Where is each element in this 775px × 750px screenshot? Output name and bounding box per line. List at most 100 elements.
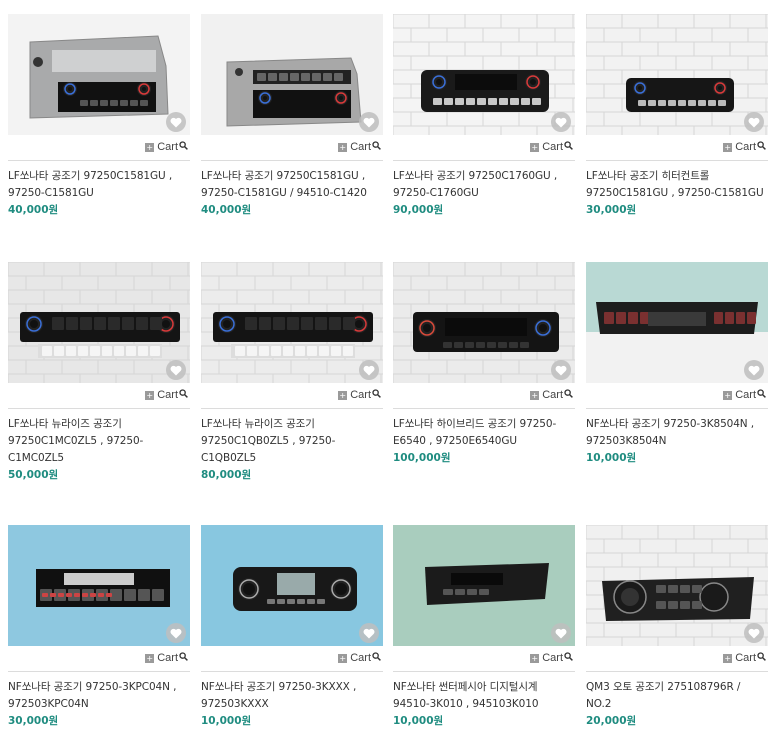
product-title-line: NF쏘나타 공조기 97250-3KXXX ,	[201, 681, 357, 693]
product-title-link[interactable]: NF쏘나타 공조기 97250-3K8504N , 972503K8504N	[586, 416, 768, 450]
add-to-cart-button[interactable]: + Cart	[145, 141, 188, 153]
product-image[interactable]	[393, 525, 575, 646]
product-title-link[interactable]: LF쏘나타 공조기 히터컨트롤 97250C1581GU , 97250-C15…	[586, 168, 768, 202]
add-to-cart-button[interactable]: + Cart	[723, 389, 766, 401]
add-to-cart-button[interactable]: + Cart	[530, 652, 573, 664]
product-title-line: LF쏘나타 공조기 97250C1581GU ,	[201, 170, 366, 182]
cart-label: Cart	[735, 652, 756, 664]
product-title-link[interactable]: LF쏘나타 공조기 97250C1760GU , 97250-C1760GU	[393, 168, 575, 202]
product-card[interactable]: + Cart LF쏘나타 뉴라이즈 공조기 97250C1MC0ZL5 , 97…	[8, 262, 190, 484]
plus-icon: +	[145, 390, 155, 400]
product-card[interactable]: + Cart LF쏘나타 공조기 히터컨트롤 97250C1581GU , 97…	[586, 14, 768, 219]
product-title-link[interactable]: QM3 오토 공조기 275108796R / NO.2	[586, 679, 768, 713]
magnifier-icon	[564, 141, 573, 153]
magnifier-icon	[179, 652, 188, 664]
product-image[interactable]	[586, 14, 768, 135]
product-title-link[interactable]: LF쏘나타 하이브리드 공조기 97250- E6540 , 97250E654…	[393, 416, 575, 450]
product-title-link[interactable]: LF쏘나타 공조기 97250C1581GU , 97250-C1581GU	[8, 168, 190, 202]
wishlist-heart-icon[interactable]	[551, 112, 571, 132]
magnifier-icon	[372, 141, 381, 153]
product-image[interactable]	[393, 14, 575, 135]
product-image[interactable]	[586, 525, 768, 646]
product-title-line: 972503KXXX	[201, 698, 269, 710]
plus-icon: +	[530, 142, 540, 152]
magnifier-icon	[564, 652, 573, 664]
product-card[interactable]: + Cart NF쏘나타 공조기 97250-3KPC04N , 972503K…	[8, 525, 190, 730]
product-title-link[interactable]: NF쏘나타 썬터페시아 디지털시계 94510-3K010 , 945103K0…	[393, 679, 575, 713]
magnifier-icon	[564, 389, 573, 401]
add-to-cart-button[interactable]: + Cart	[530, 141, 573, 153]
product-title-line: E6540 , 97250E6540GU	[393, 435, 517, 447]
product-card[interactable]: + Cart LF쏘나타 공조기 97250C1581GU , 97250-C1…	[201, 14, 383, 219]
product-title-line: LF쏘나타 뉴라이즈 공조기	[201, 418, 315, 430]
cart-label: Cart	[542, 141, 563, 153]
product-card[interactable]: + Cart LF쏘나타 공조기 97250C1581GU , 97250-C1…	[8, 14, 190, 219]
plus-icon: +	[338, 653, 348, 663]
wishlist-heart-icon[interactable]	[744, 112, 764, 132]
product-title-line: QM3 오토 공조기 275108796R /	[586, 681, 741, 693]
product-image[interactable]	[201, 14, 383, 135]
product-title-line: NF쏘나타 공조기 97250-3KPC04N ,	[8, 681, 177, 693]
wishlist-heart-icon[interactable]	[744, 623, 764, 643]
product-title-line: LF쏘나타 하이브리드 공조기 97250-	[393, 418, 557, 430]
product-title-line: LF쏘나타 공조기 97250C1581GU ,	[8, 170, 173, 182]
product-title-line: NF쏘나타 공조기 97250-3K8504N ,	[586, 418, 755, 430]
product-title-link[interactable]: LF쏘나타 뉴라이즈 공조기 97250C1QB0ZL5 , 97250- C1…	[201, 416, 383, 467]
wishlist-heart-icon[interactable]	[359, 360, 379, 380]
product-image[interactable]	[586, 262, 768, 383]
product-card[interactable]: + Cart NF쏘나타 공조기 97250-3KXXX , 972503KXX…	[201, 525, 383, 730]
product-title-line: 94510-3K010 , 945103K010	[393, 698, 539, 710]
product-card[interactable]: + Cart LF쏘나타 뉴라이즈 공조기 97250C1QB0ZL5 , 97…	[201, 262, 383, 484]
product-title-line: NF쏘나타 썬터페시아 디지털시계	[393, 681, 538, 693]
product-image[interactable]	[8, 525, 190, 646]
plus-icon: +	[530, 653, 540, 663]
product-image[interactable]	[393, 262, 575, 383]
product-price: 40,000원	[201, 204, 252, 216]
add-to-cart-button[interactable]: + Cart	[338, 141, 381, 153]
cart-bar: + Cart	[201, 383, 383, 409]
magnifier-icon	[179, 141, 188, 153]
cart-label: Cart	[157, 141, 178, 153]
add-to-cart-button[interactable]: + Cart	[530, 389, 573, 401]
product-title-line: 97250C1QB0ZL5 , 97250-	[201, 435, 336, 447]
wishlist-heart-icon[interactable]	[551, 623, 571, 643]
product-price: 30,000원	[586, 204, 637, 216]
wishlist-heart-icon[interactable]	[359, 112, 379, 132]
wishlist-heart-icon[interactable]	[166, 623, 186, 643]
product-card[interactable]: + Cart QM3 오토 공조기 275108796R / NO.2 20,0…	[586, 525, 768, 730]
product-price: 40,000원	[8, 204, 59, 216]
product-title-link[interactable]: LF쏘나타 공조기 97250C1581GU , 97250-C1581GU /…	[201, 168, 383, 202]
magnifier-icon	[757, 141, 766, 153]
wishlist-heart-icon[interactable]	[744, 360, 764, 380]
product-title-line: C1QB0ZL5	[201, 452, 257, 464]
add-to-cart-button[interactable]: + Cart	[338, 652, 381, 664]
cart-label: Cart	[735, 141, 756, 153]
add-to-cart-button[interactable]: + Cart	[145, 652, 188, 664]
product-price: 100,000원	[393, 452, 451, 464]
add-to-cart-button[interactable]: + Cart	[723, 652, 766, 664]
product-title-line: 97250-C1760GU	[393, 187, 479, 199]
product-card[interactable]: + Cart NF쏘나타 공조기 97250-3K8504N , 972503K…	[586, 262, 768, 467]
product-card[interactable]: + Cart NF쏘나타 썬터페시아 디지털시계 94510-3K010 , 9…	[393, 525, 575, 730]
product-image[interactable]	[8, 14, 190, 135]
add-to-cart-button[interactable]: + Cart	[723, 141, 766, 153]
cart-label: Cart	[542, 389, 563, 401]
product-image[interactable]	[201, 525, 383, 646]
product-title-link[interactable]: NF쏘나타 공조기 97250-3KXXX , 972503KXXX	[201, 679, 383, 713]
add-to-cart-button[interactable]: + Cart	[145, 389, 188, 401]
product-title-link[interactable]: NF쏘나타 공조기 97250-3KPC04N , 972503KPC04N	[8, 679, 190, 713]
product-price: 30,000원	[8, 715, 59, 727]
cart-label: Cart	[350, 389, 371, 401]
cart-bar: + Cart	[393, 646, 575, 672]
add-to-cart-button[interactable]: + Cart	[338, 389, 381, 401]
cart-bar: + Cart	[8, 383, 190, 409]
product-image[interactable]	[201, 262, 383, 383]
wishlist-heart-icon[interactable]	[551, 360, 571, 380]
product-image[interactable]	[8, 262, 190, 383]
wishlist-heart-icon[interactable]	[359, 623, 379, 643]
wishlist-heart-icon[interactable]	[166, 360, 186, 380]
product-card[interactable]: + Cart LF쏘나타 하이브리드 공조기 97250- E6540 , 97…	[393, 262, 575, 467]
product-title-link[interactable]: LF쏘나타 뉴라이즈 공조기 97250C1MC0ZL5 , 97250- C1…	[8, 416, 190, 467]
product-card[interactable]: + Cart LF쏘나타 공조기 97250C1760GU , 97250-C1…	[393, 14, 575, 219]
wishlist-heart-icon[interactable]	[166, 112, 186, 132]
